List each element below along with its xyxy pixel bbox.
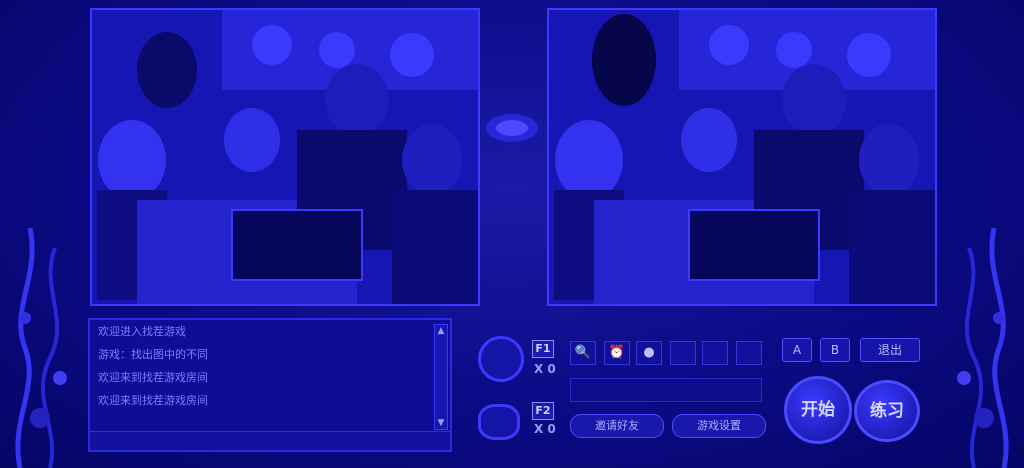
a-button[interactable]: A [782, 338, 812, 362]
player1-magnifier-icon [478, 336, 524, 382]
player1-key: F1 [532, 340, 554, 358]
left-photo-image [92, 10, 478, 304]
tool-slot-magnifier[interactable]: 🔍 [570, 341, 596, 365]
practice-button[interactable]: 练习 [854, 380, 920, 442]
start-button[interactable]: 开始 [784, 376, 852, 444]
player2-key: F2 [532, 402, 554, 420]
player2-count: X 0 [534, 422, 556, 436]
invite-button[interactable]: 邀请好友 [570, 414, 664, 438]
chat-line: 游戏：找出图中的不同 [98, 348, 208, 361]
b-button[interactable]: B [820, 338, 850, 362]
right-photo-panel[interactable] [547, 8, 937, 306]
tool-slot-empty[interactable] [670, 341, 696, 365]
chat-scrollbar[interactable]: ▲ ▼ [434, 324, 448, 430]
progress-bar [570, 378, 762, 402]
chat-line: 欢迎来到找茬游戏房间 [98, 371, 208, 384]
exit-button[interactable]: 退出 [860, 338, 920, 362]
left-photo-panel[interactable] [90, 8, 480, 306]
player1-count: X 0 [534, 362, 556, 376]
chat-input[interactable] [90, 431, 450, 450]
magnifier-icon: 🔍 [574, 345, 592, 360]
scroll-down-icon[interactable]: ▼ [435, 417, 447, 429]
tool-slot-empty[interactable] [702, 341, 728, 365]
chat-line: 欢迎来到找茬游戏房间 [98, 394, 208, 407]
clock-icon: ⏰ [608, 345, 626, 360]
chat-line: 欢迎进入找茬游戏 [98, 325, 186, 338]
right-photo-image [549, 10, 935, 304]
seaweed-right-decoration [957, 227, 1009, 468]
settings-button[interactable]: 游戏设置 [672, 414, 766, 438]
chat-panel: 欢迎进入找茬游戏 游戏：找出图中的不同 欢迎来到找茬游戏房间 欢迎来到找茬游戏房… [88, 318, 452, 452]
player2-avatar-icon [478, 404, 520, 440]
tool-slot-clock[interactable]: ⏰ [604, 341, 630, 365]
tool-slot-bomb[interactable]: ● [636, 341, 662, 365]
scroll-up-icon[interactable]: ▲ [435, 325, 447, 337]
seaweed-left-decoration [15, 227, 67, 468]
tool-slot-empty[interactable] [736, 341, 762, 365]
center-logo [484, 110, 540, 146]
bomb-icon: ● [643, 345, 655, 360]
